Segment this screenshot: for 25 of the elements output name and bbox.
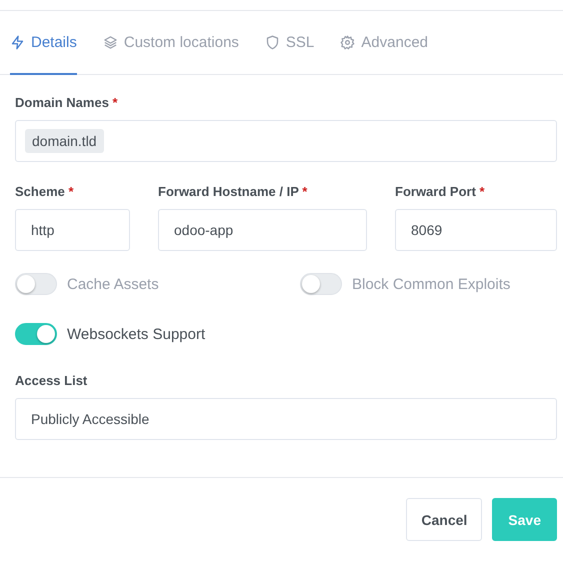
- shield-icon: [264, 34, 280, 50]
- required-mark: *: [112, 95, 118, 110]
- domain-names-field[interactable]: domain.tld: [15, 120, 557, 162]
- toggle-label: Cache Assets: [67, 276, 159, 292]
- domain-tag: domain.tld: [25, 129, 104, 153]
- input-field[interactable]: 8069: [395, 209, 557, 251]
- toggle-label: Websockets Support: [67, 326, 206, 342]
- field-label: Scheme: [15, 184, 65, 199]
- field-label: Forward Hostname / IP: [158, 184, 299, 199]
- gear-icon: [340, 34, 356, 50]
- lightning-icon: [10, 34, 25, 50]
- toggle-switch[interactable]: [15, 323, 57, 345]
- required-mark: *: [68, 184, 74, 199]
- input-field[interactable]: http: [15, 209, 130, 251]
- toggle-label: Block Common Exploits: [352, 276, 510, 292]
- field-label: Access List: [15, 373, 88, 388]
- access-list-select[interactable]: Publicly Accessible: [15, 398, 557, 440]
- input-field[interactable]: odoo-app: [158, 209, 367, 251]
- required-mark: *: [302, 184, 308, 199]
- required-mark: *: [480, 184, 485, 199]
- field-label: Forward Port: [395, 184, 476, 199]
- field-label: Domain Names: [15, 95, 109, 110]
- layers-icon: [102, 34, 118, 50]
- cancel-button[interactable]: Cancel: [406, 498, 482, 541]
- tab[interactable]: Details: [10, 11, 77, 75]
